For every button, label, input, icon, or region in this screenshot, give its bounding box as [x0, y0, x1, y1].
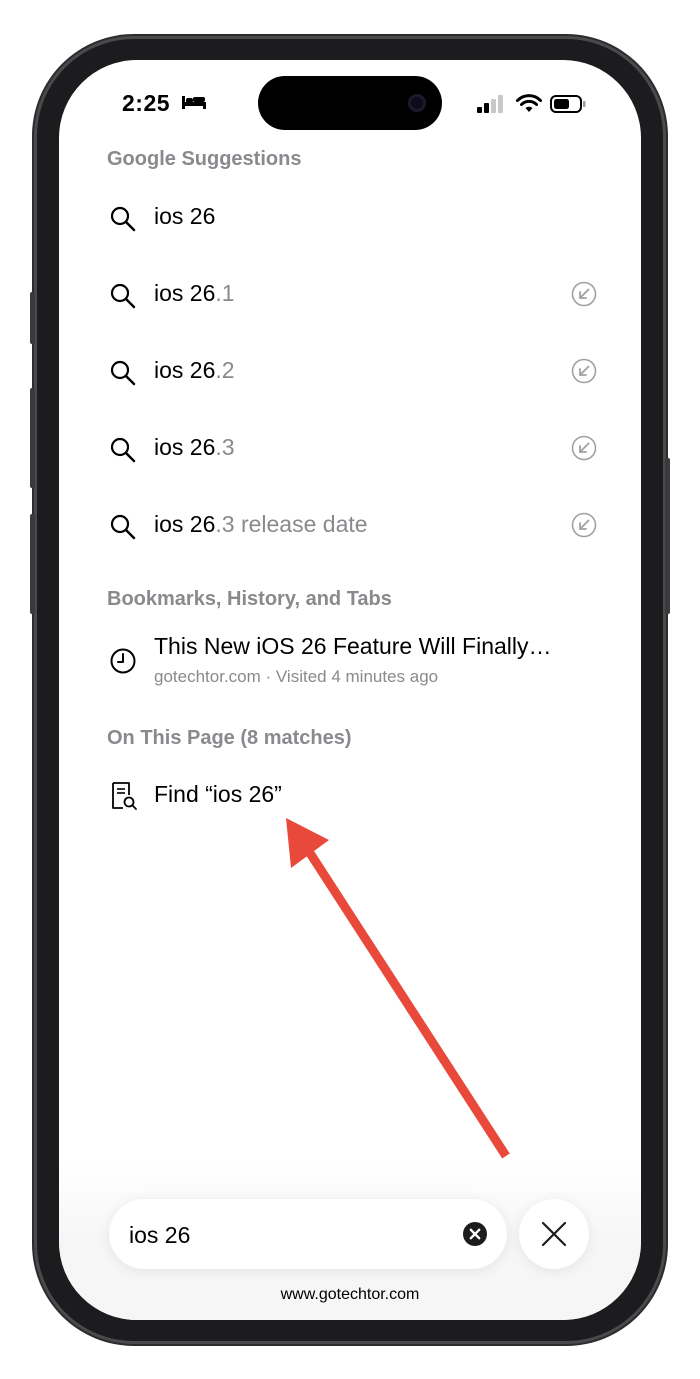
suggestion-item[interactable]: ios 26.1 [107, 274, 597, 318]
search-icon [109, 205, 137, 238]
suggestion-item[interactable]: ios 26.3 release date [107, 505, 597, 549]
suggestion-text: ios 26.3 [154, 434, 235, 460]
search-icon [109, 513, 137, 546]
watermark: www.gotechtor.com [280, 1286, 420, 1303]
cellular-signal-icon [477, 95, 505, 118]
power-button [665, 458, 670, 614]
suggestion-text: ios 26.1 [154, 280, 235, 306]
close-icon [541, 1221, 567, 1247]
clear-text-icon[interactable] [463, 1222, 487, 1251]
bookmark-item[interactable]: This New iOS 26 Feature Will Finally… go… [107, 633, 597, 693]
suggestion-text: ios 26.2 [154, 357, 235, 383]
clock-icon [109, 647, 137, 680]
fill-search-arrow-icon[interactable] [571, 435, 597, 466]
suggestion-item[interactable]: ios 26.2 [107, 351, 597, 395]
volume-down-button [30, 514, 35, 614]
fill-search-arrow-icon[interactable] [571, 512, 597, 543]
wifi-icon [516, 94, 542, 119]
bookmarks-header: Bookmarks, History, and Tabs [107, 588, 392, 610]
status-time: 2:25 [122, 90, 171, 116]
fill-search-arrow-icon[interactable] [571, 281, 597, 312]
bed-icon [181, 94, 207, 115]
action-button [30, 292, 35, 344]
suggestion-text: ios 26 [154, 203, 216, 229]
search-icon [109, 282, 137, 315]
suggestion-text: ios 26.3 release date [154, 511, 368, 537]
suggestion-item[interactable]: ios 26.3 [107, 428, 597, 472]
search-input[interactable] [127, 1217, 441, 1253]
screen: 2:25 Google Suggestions ios 26 ios 26.1 … [59, 60, 641, 1320]
on-this-page-header: On This Page (8 matches) [107, 727, 352, 749]
google-suggestions-header: Google Suggestions [107, 148, 302, 170]
bookmark-subtitle: gotechtor.com · Visited 4 minutes ago [154, 667, 439, 686]
front-camera [408, 94, 426, 112]
address-bar[interactable] [109, 1199, 507, 1269]
stage: 2:25 Google Suggestions ios 26 ios 26.1 … [0, 0, 700, 1379]
find-on-page-item[interactable]: Find “ios 26” [107, 775, 597, 819]
fill-search-arrow-icon[interactable] [571, 358, 597, 389]
suggestion-item[interactable]: ios 26 [107, 197, 597, 241]
find-in-page-icon [110, 781, 138, 816]
close-button[interactable] [519, 1199, 589, 1269]
battery-icon [550, 95, 586, 118]
search-icon [109, 436, 137, 469]
dynamic-island [258, 76, 442, 130]
search-icon [109, 359, 137, 392]
volume-up-button [30, 388, 35, 488]
find-on-page-label: Find “ios 26” [154, 781, 282, 807]
bookmark-title: This New iOS 26 Feature Will Finally… [154, 633, 552, 659]
